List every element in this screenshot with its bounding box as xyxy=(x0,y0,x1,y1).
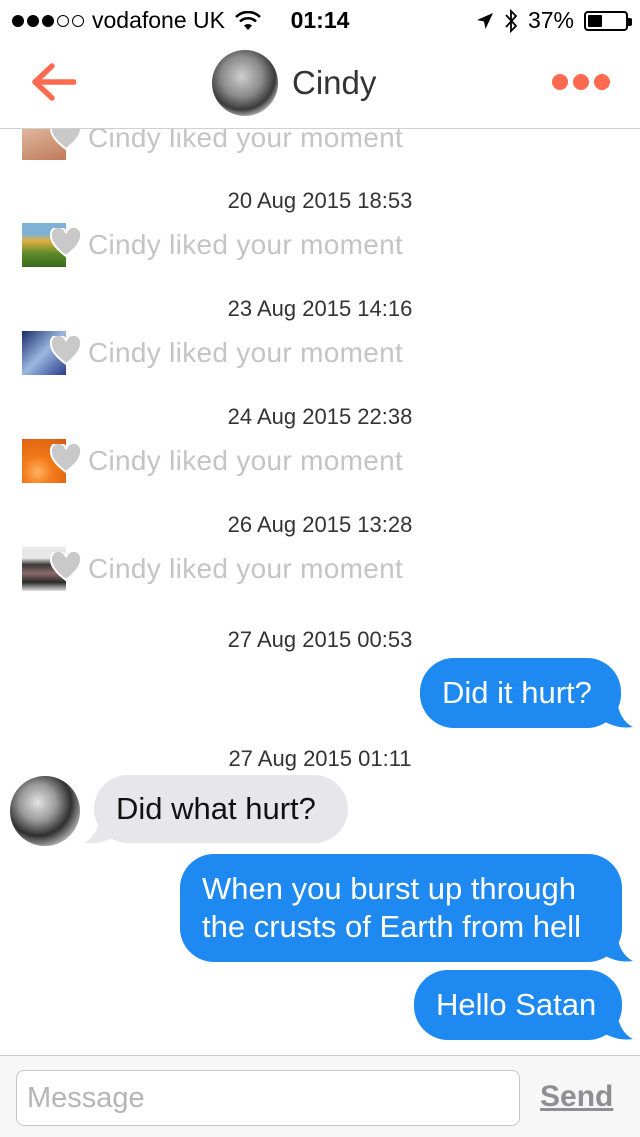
like-notification: Cindy liked your moment xyxy=(22,129,403,161)
like-notification: Cindy liked your moment xyxy=(22,330,403,376)
like-text: Cindy liked your moment xyxy=(88,337,404,368)
timestamp: 27 Aug 2015 01:11 xyxy=(228,746,412,771)
battery-icon xyxy=(584,10,632,31)
outgoing-message[interactable]: Hello Satan xyxy=(414,970,622,1040)
bubble-tail xyxy=(603,701,633,728)
location-arrow-icon xyxy=(476,12,493,29)
heart-icon xyxy=(50,129,82,151)
status-right: 37% xyxy=(476,7,632,34)
timestamp: 20 Aug 2015 18:53 xyxy=(227,188,413,213)
message-text: When you burst up through xyxy=(202,871,576,906)
outgoing-message[interactable]: When you burst up through the crusts of … xyxy=(180,854,622,962)
status-bar: vodafone UK 01:14 37% xyxy=(0,0,640,40)
sender-avatar[interactable] xyxy=(10,776,80,846)
like-text: Cindy liked your moment xyxy=(88,445,404,476)
message-input[interactable] xyxy=(16,1070,520,1126)
contact-info[interactable]: Cindy xyxy=(212,50,376,116)
message-text: Hello Satan xyxy=(436,987,597,1022)
timestamp: 27 Aug 2015 00:53 xyxy=(227,627,413,652)
message-composer: Send xyxy=(0,1055,640,1137)
back-arrow-icon[interactable] xyxy=(30,62,76,102)
outgoing-message[interactable]: Did it hurt? xyxy=(420,658,621,728)
bubble-tail xyxy=(603,1013,633,1040)
like-notification: Cindy liked your moment xyxy=(22,222,403,268)
battery-percent: 37% xyxy=(527,7,574,33)
send-button[interactable]: Send xyxy=(540,1080,613,1114)
contact-name: Cindy xyxy=(292,64,377,101)
heart-icon xyxy=(50,444,82,474)
bubble-tail xyxy=(603,935,633,962)
message-text: the crusts of Earth from hell xyxy=(202,909,582,944)
like-notification: Cindy liked your moment xyxy=(22,438,403,484)
bluetooth-icon xyxy=(505,8,518,33)
incoming-message[interactable]: Did what hurt? xyxy=(94,775,348,843)
contact-avatar[interactable] xyxy=(212,50,278,116)
message-feed[interactable]: Cindy liked your moment 20 Aug 2015 18:5… xyxy=(0,129,640,1055)
like-text: Cindy liked your moment xyxy=(88,229,404,260)
heart-icon xyxy=(50,552,82,582)
message-text: Did it hurt? xyxy=(442,675,592,710)
like-notification: Cindy liked your moment xyxy=(22,546,403,592)
timestamp: 24 Aug 2015 22:38 xyxy=(227,404,413,429)
heart-icon xyxy=(50,336,82,366)
conversation-header: Cindy xyxy=(0,40,640,129)
timestamp: 26 Aug 2015 13:28 xyxy=(227,512,413,537)
more-options-icon[interactable] xyxy=(552,74,610,90)
like-text: Cindy liked your moment xyxy=(88,553,404,584)
message-text: Did what hurt? xyxy=(116,791,316,826)
heart-icon xyxy=(50,228,82,258)
timestamp: 23 Aug 2015 14:16 xyxy=(227,296,413,321)
like-text: Cindy liked your moment xyxy=(88,129,404,153)
